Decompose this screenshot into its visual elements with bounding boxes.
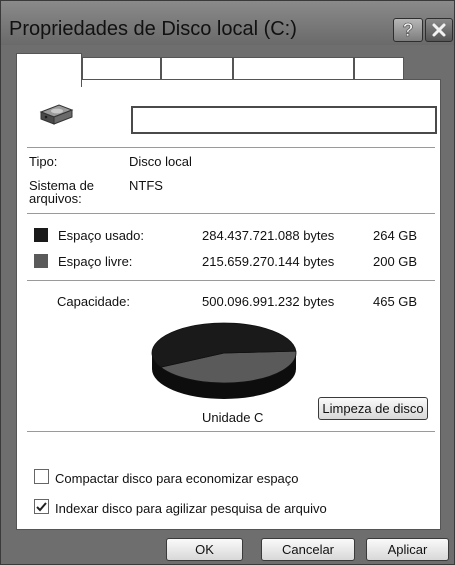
free-space-bytes: 215.659.270.144 bytes (202, 254, 335, 269)
svg-text:?: ? (403, 21, 414, 39)
properties-dialog: Propriedades de Disco local (C:) ? Tipo:… (0, 0, 455, 565)
separator (27, 431, 435, 433)
drive-name-input[interactable] (133, 108, 435, 132)
index-checkbox[interactable] (34, 499, 49, 514)
free-space-swatch (34, 254, 48, 268)
type-label: Tipo: (29, 154, 58, 169)
disk-usage-pie-chart (151, 322, 297, 399)
help-button[interactable]: ? (393, 18, 423, 42)
free-space-label: Espaço livre: (58, 254, 133, 269)
title-bar[interactable]: Propriedades de Disco local (C:) ? (1, 1, 454, 45)
compress-label[interactable]: Compactar disco para economizar espaço (55, 471, 299, 486)
cancel-button[interactable]: Cancelar (261, 538, 355, 561)
ok-button[interactable]: OK (166, 538, 243, 561)
free-space-gb: 200 GB (373, 254, 418, 269)
separator (27, 147, 435, 149)
used-space-swatch (34, 228, 48, 242)
drive-name-field[interactable] (131, 106, 437, 134)
capacity-label: Capacidade: (57, 294, 130, 309)
checkmark-icon (36, 502, 47, 512)
apply-button[interactable]: Aplicar (366, 538, 449, 561)
type-value: Disco local (129, 154, 192, 169)
close-button[interactable] (425, 18, 453, 42)
filesystem-value: NTFS (129, 178, 163, 193)
separator (27, 280, 435, 282)
used-space-bytes: 284.437.721.088 bytes (202, 228, 335, 243)
used-space-label: Espaço usado: (58, 228, 145, 243)
drive-label: Unidade C (202, 410, 264, 425)
compress-checkbox[interactable] (34, 469, 49, 484)
tab-general[interactable] (16, 53, 82, 87)
window-title: Propriedades de Disco local (C:) (9, 18, 297, 40)
filesystem-label-line2: arquivos: (29, 191, 82, 206)
capacity-bytes: 500.096.991.232 bytes (202, 294, 335, 309)
index-label[interactable]: Indexar disco para agilizar pesquisa de … (55, 501, 327, 516)
disk-cleanup-button[interactable]: Limpeza de disco (318, 397, 428, 420)
close-x-icon (432, 23, 446, 37)
capacity-gb: 465 GB (373, 294, 418, 309)
hard-drive-icon (39, 104, 74, 125)
used-space-gb: 264 GB (373, 228, 418, 243)
separator (27, 213, 435, 215)
question-mark-icon: ? (402, 21, 414, 39)
